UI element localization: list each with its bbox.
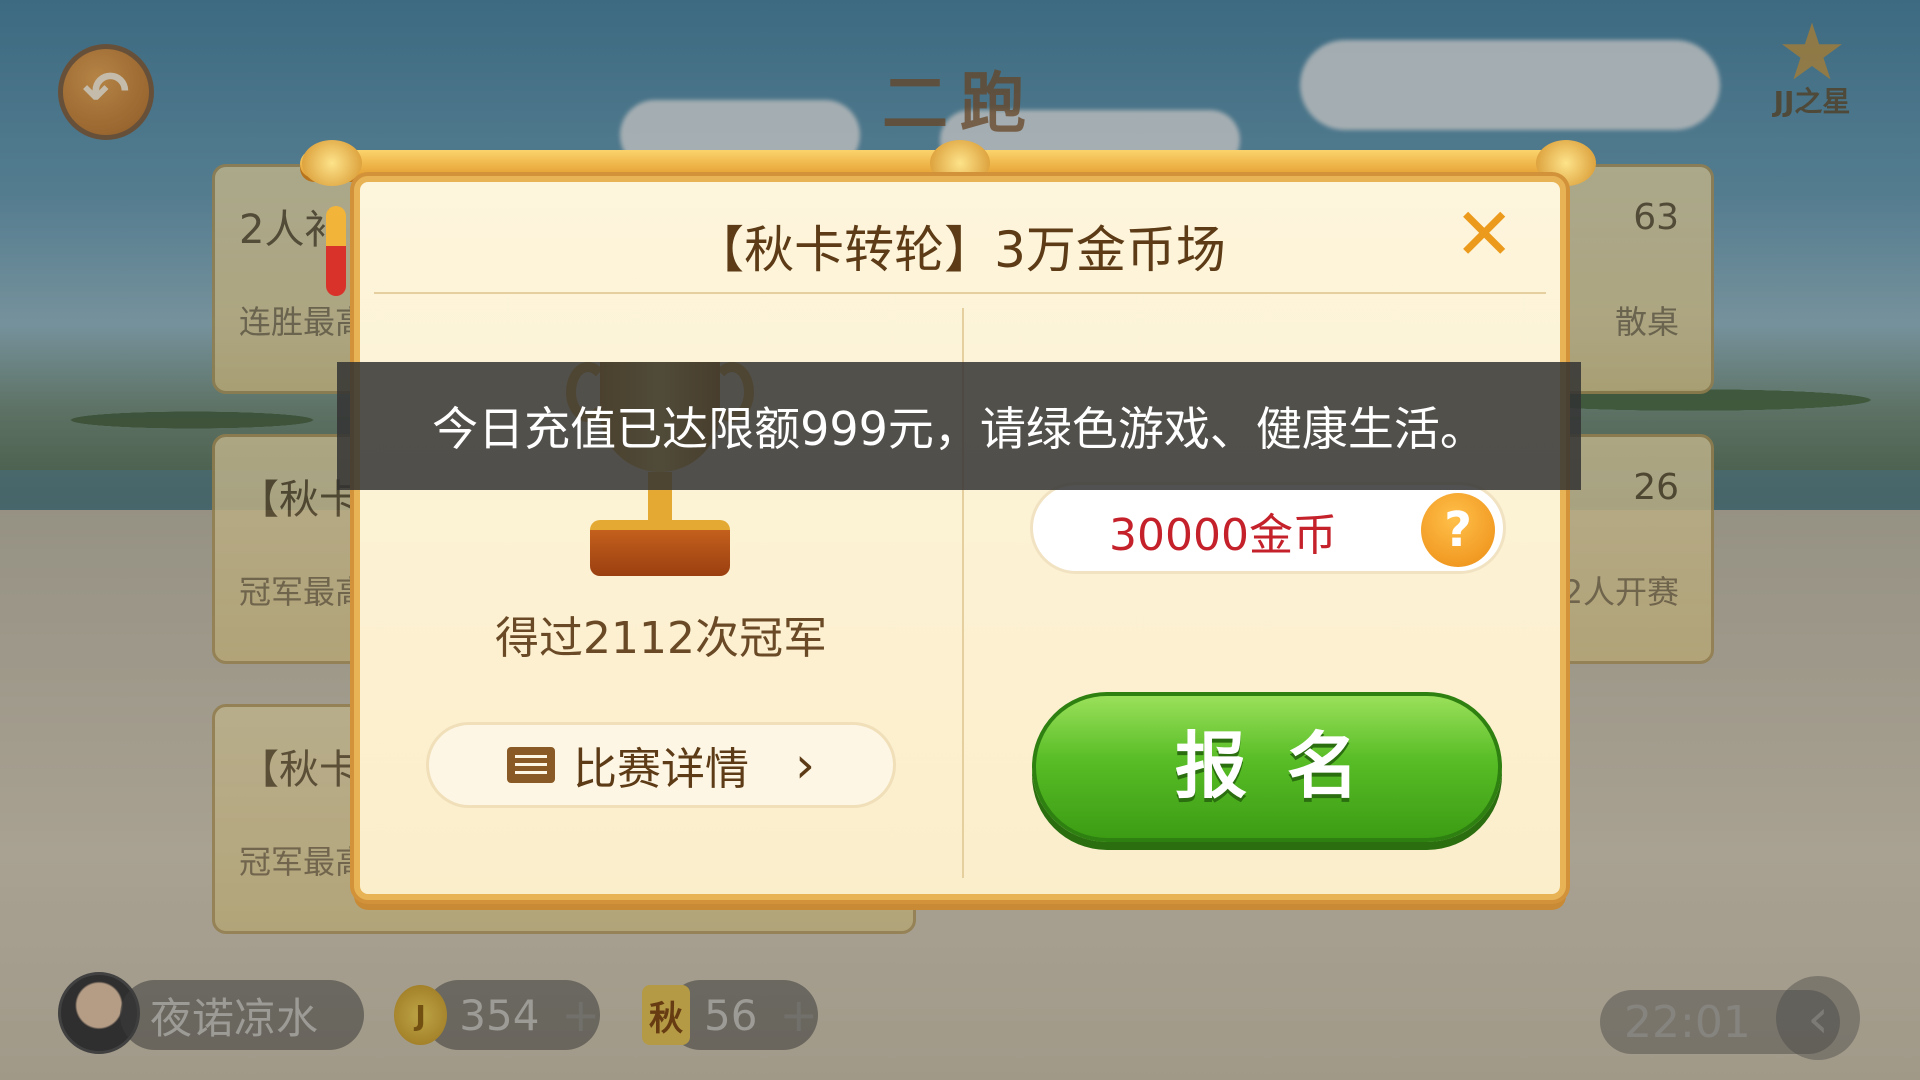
entry-fee: 30000金币 ? — [1030, 482, 1506, 574]
rail-ornament — [302, 140, 362, 186]
entry-fee-text: 30000金币 — [1109, 510, 1337, 561]
match-details-label: 比赛详情 — [573, 744, 749, 795]
close-icon: ✕ — [1454, 192, 1515, 276]
question-icon[interactable]: ? — [1421, 493, 1495, 567]
toast-message: 今日充值已达限额999元，请绿色游戏、健康生活。 — [432, 402, 1486, 456]
document-icon — [507, 747, 555, 783]
match-details-button[interactable]: 比赛详情 › — [426, 722, 896, 808]
dialog-title: 【秋卡转轮】3万金币场 — [694, 221, 1226, 279]
champion-count: 得过2112次冠军 — [495, 613, 827, 664]
match-signup-dialog: 【秋卡转轮】3万金币场 ✕ 得过2112次冠军 比赛详情 › 30000金币 ?… — [354, 176, 1566, 900]
signup-button[interactable]: 报名 — [1032, 692, 1502, 842]
close-button[interactable]: ✕ — [1454, 198, 1514, 270]
recharge-limit-toast: 今日充值已达限额999元，请绿色游戏、健康生活。 — [337, 362, 1581, 490]
chevron-right-icon: › — [795, 736, 815, 794]
tassel-ornament — [326, 206, 346, 296]
divider — [374, 292, 1546, 294]
